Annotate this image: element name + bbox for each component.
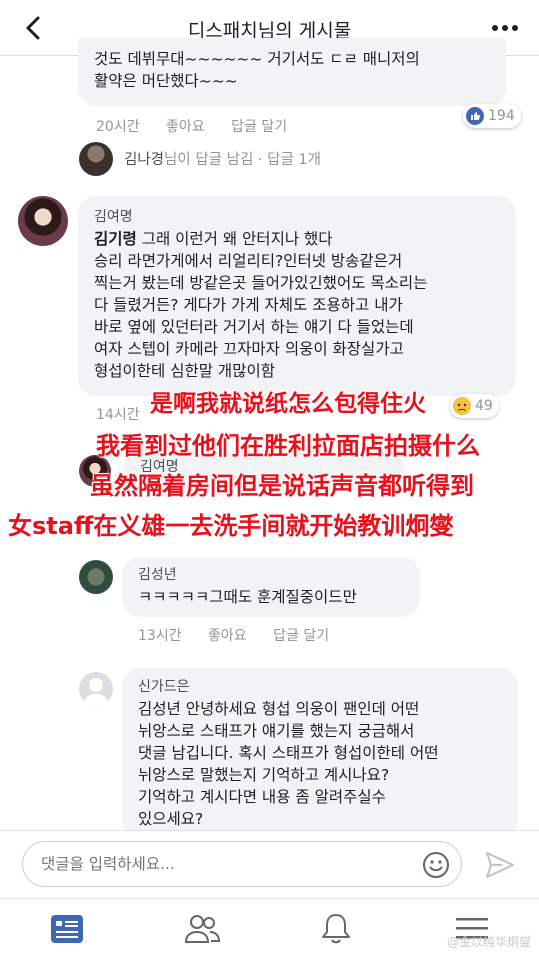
comment-author[interactable]: 신가드은: [138, 676, 502, 698]
notifications-bell-icon[interactable]: [316, 911, 356, 947]
mention-tag[interactable]: 김기령: [94, 230, 137, 248]
reaction-badge[interactable]: 49: [450, 394, 499, 418]
avatar[interactable]: [79, 142, 113, 176]
avatar[interactable]: [79, 560, 113, 594]
news-feed-icon[interactable]: [47, 911, 87, 947]
comment-text-line: 것도 데뷔무대~~~~~~ 거기서도 ㄷㄹ 매니저의: [94, 50, 420, 68]
sad-reaction-icon: [453, 397, 471, 415]
comment-text-line: 승리 라면가게에서 리얼리티?인터넷 방송같은거: [94, 252, 403, 270]
reply-link[interactable]: 답글 달기: [273, 628, 329, 644]
comment-text-line: 다 들렸거든? 게다가 가게 자체도 조용하고 내가: [94, 296, 403, 314]
reaction-count: 194: [488, 108, 515, 124]
comment-text-line: 기억하고 계시다면 내용 좀 알려주실수: [138, 788, 386, 806]
comment-text: 그래 이런거 왜 안터지나 했다: [136, 230, 333, 248]
send-icon[interactable]: [484, 850, 516, 880]
comment-text-line: 댓글 남깁니다. 혹시 스태프가 형섭이한테 어떤: [138, 744, 439, 762]
comment-bubble: 신가드은 김성년 안녕하세요 형섭 의웅이 팬인데 어떤 뉘앙스로 스태프가 얘…: [122, 668, 518, 838]
comment-time: 14시간: [96, 407, 140, 423]
bottom-tab-bar: @金以纯华炯燮: [0, 898, 539, 960]
comment-meta: 20시간 좋아요 답글 달기: [96, 116, 309, 136]
reaction-badge[interactable]: 194: [463, 104, 521, 128]
default-avatar-icon: [83, 678, 109, 706]
comment-text: ㅋㅋㅋㅋㅋ그때도 훈계질중이드만: [138, 588, 357, 606]
comment-text-line: 찍는거 봤는데 방같은곳 들어가있긴했어도 목소리는: [94, 274, 428, 292]
overlay-caption-line: 女staff在义雄一去洗手间就开始教训炯燮: [8, 512, 454, 540]
comment-text-line: 뉘앙스로 스태프가 얘기를 했는지 궁금해서: [138, 722, 415, 740]
like-icon: [466, 107, 484, 125]
comment-text-line: 김성년 안녕하세요 형섭 의웅이 팬인데 어떤: [138, 700, 420, 718]
comment-meta: 13시간 좋아요 답글 달기: [138, 625, 351, 645]
reply-summary-text: 님이 답글 남김 · 답글 1개: [164, 152, 321, 168]
reaction-count: 49: [475, 398, 493, 414]
comment-text-line: 여자 스텝이 카메라 끄자마자 의웅이 화장실가고: [94, 340, 404, 358]
friends-icon[interactable]: [182, 911, 222, 947]
like-link[interactable]: 좋아요: [166, 119, 205, 135]
comment-text-line: 뉘앙스로 말했는지 기억하고 계시나요?: [138, 766, 390, 784]
comment-composer: [0, 830, 539, 898]
overlay-caption-line: 我看到过他们在胜利拉面店拍摄什么: [96, 432, 480, 460]
comment-text-line: 활약은 머단했다~~~: [94, 72, 238, 90]
avatar[interactable]: [18, 196, 68, 246]
comment-text-line: 형섭이한테 심한말 개많이함: [94, 362, 275, 380]
emoji-icon[interactable]: [422, 851, 450, 879]
comment-author[interactable]: 김여명: [94, 206, 500, 228]
comment-time: 13시간: [138, 628, 182, 644]
overlay-caption-line: 虽然隔着房间但是说话声音都听得到: [90, 472, 474, 500]
comment-text-line: 바로 옆에 있던터라 거기서 하는 얘기 다 들었는데: [94, 318, 414, 336]
comment-text-line: 김기령 그래 이런거 왜 안터지나 했다: [94, 228, 500, 250]
comment-bubble: 김성년 ㅋㅋㅋㅋㅋ그때도 훈계질중이드만: [122, 557, 420, 617]
watermark: @金以纯华炯燮: [446, 935, 531, 949]
like-link[interactable]: 좋아요: [208, 628, 247, 644]
comment-bubble: 김여명 김기령 그래 이런거 왜 안터지나 했다 승리 라면가게에서 리얼리티?…: [78, 196, 516, 396]
comment-text-line: 있으세요?: [138, 810, 204, 828]
comment-time: 20시간: [96, 119, 140, 135]
reply-link[interactable]: 답글 달기: [231, 119, 287, 135]
reply-author: 김나경: [124, 152, 165, 168]
comment-bubble: 것도 데뷔무대~~~~~~ 거기서도 ㄷㄹ 매니저의 활약은 머단했다~~~: [78, 38, 506, 106]
comment-input[interactable]: [22, 841, 462, 887]
comment-author[interactable]: 김성년: [138, 564, 404, 586]
avatar[interactable]: [79, 672, 113, 706]
overlay-caption-line: 是啊我就说纸怎么包得住火: [150, 391, 426, 417]
reply-summary[interactable]: 김나경님이 답글 남김 · 답글 1개: [124, 148, 321, 169]
